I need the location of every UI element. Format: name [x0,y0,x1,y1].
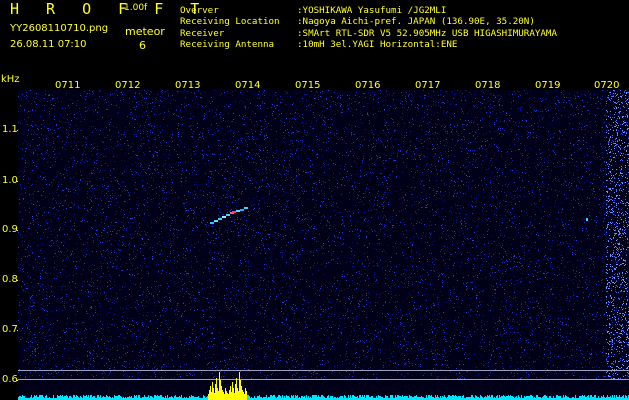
info-row: Receiving Location :Nagoya Aichi-pref. JA… [180,16,557,27]
info-value: :SMArt RTL-SDR V5 52.905MHz USB HIGASHIM… [297,27,557,39]
info-row: Overver :YOSHIKAWA Yasufumi /JG2MLI [180,5,557,16]
meteor-count: 6 [139,39,146,52]
header-panel: H R O F F T 1.00f YY2608110710.png meteo… [0,0,629,72]
spectrogram-canvas [18,90,629,400]
reference-line [18,370,629,371]
station-info: Overver :YOSHIKAWA Yasufumi /JG2MLI Recei… [180,5,557,50]
frequency-tick-label: 0.7 [2,324,18,335]
frequency-tick-label: 1.1 [2,124,18,135]
frequency-tick-label: 0.8 [2,274,18,285]
reference-line [18,379,629,380]
frequency-tick-label: 0.6 [2,374,18,385]
info-key: Receiving Location [180,16,280,28]
info-row: Receiving Antenna :10mH 3el.YAGI Horizont… [180,39,557,50]
app-version: 1.00f [124,3,148,13]
timestamp: 26.08.11 07:10 [10,39,87,50]
file-name: YY2608110710.png [10,23,109,34]
info-value: :Nagoya Aichi-pref. JAPAN (136.90E, 35.2… [297,16,535,28]
meteor-label: meteor [125,25,165,38]
waterfall-spectrogram [18,90,629,400]
info-key: Receiving Antenna [180,38,275,50]
frequency-tick-label: 1.0 [2,175,18,186]
frequency-unit-label: kHz [1,74,20,85]
app-brand: H R O F F T [10,0,209,18]
info-value: :10mH 3el.YAGI Horizontal:ENE [297,38,458,50]
info-key: Overver [180,5,219,16]
frequency-tick-label: 0.9 [2,224,18,235]
info-key: Receiver [180,27,225,39]
info-value: :YOSHIKAWA Yasufumi /JG2MLI [297,5,447,16]
info-row: Receiver :SMArt RTL-SDR V5 52.905MHz USB … [180,28,557,39]
